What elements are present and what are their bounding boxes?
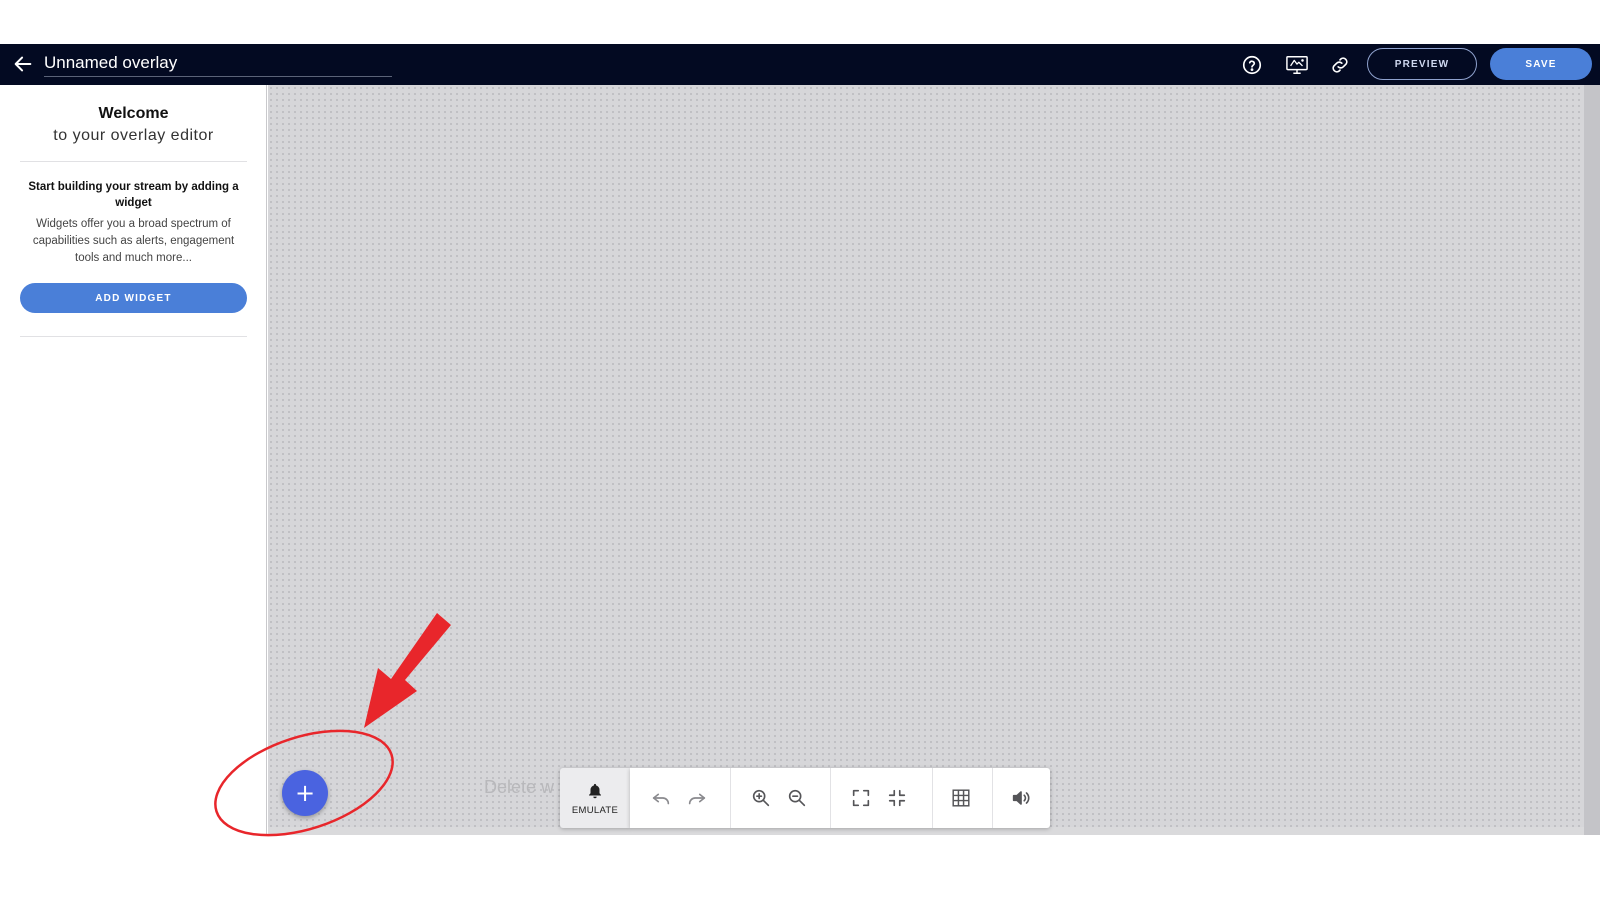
toolbar-separator [992,768,993,828]
overlay-name-input[interactable] [44,50,392,76]
divider [20,336,247,337]
zoom-out-icon[interactable] [786,787,808,809]
redo-icon[interactable] [686,787,708,809]
overlay-name-wrapper [44,50,392,77]
toolbar-separator [730,768,731,828]
start-title: Start building your stream by adding a w… [28,181,239,209]
welcome-title: Welcome [98,105,169,122]
canvas-toolbar [630,768,1050,828]
emulate-button[interactable]: EMULATE [560,768,630,828]
welcome-subtitle: to your overlay editor [53,127,214,144]
sidebar: Welcome to your overlay editor Start bui… [0,85,267,835]
emulate-label: EMULATE [571,805,619,816]
toolbar-separator [830,768,831,828]
volume-icon[interactable] [1010,787,1032,809]
back-arrow-icon[interactable] [12,53,34,75]
undo-icon[interactable] [650,787,672,809]
toolbar-separator [932,768,933,828]
fullscreen-icon[interactable] [850,787,872,809]
start-description: Widgets offer you a broad spectrum of ca… [32,218,235,264]
help-icon[interactable] [1241,54,1263,76]
monitor-icon[interactable] [1285,54,1309,76]
add-widget-button[interactable]: ADD WIDGET [20,283,247,313]
add-widget-fab[interactable]: + [282,770,328,816]
link-icon[interactable] [1329,54,1351,76]
overlay-editor: PREVIEW SAVE Welcome to your overlay edi… [0,0,1600,900]
top-bar: PREVIEW SAVE [0,44,1600,85]
editor-canvas[interactable] [268,85,1584,827]
preview-button[interactable]: PREVIEW [1367,48,1477,80]
vertical-scrollbar[interactable] [1584,85,1600,835]
save-button[interactable]: SAVE [1490,48,1592,80]
bell-icon [589,783,601,799]
canvas-bottom-edge [268,827,1584,835]
zoom-in-icon[interactable] [750,787,772,809]
delete-hint: Delete w [484,777,555,797]
exit-fullscreen-icon[interactable] [886,787,908,809]
divider [20,161,247,162]
grid-icon[interactable] [950,787,972,809]
